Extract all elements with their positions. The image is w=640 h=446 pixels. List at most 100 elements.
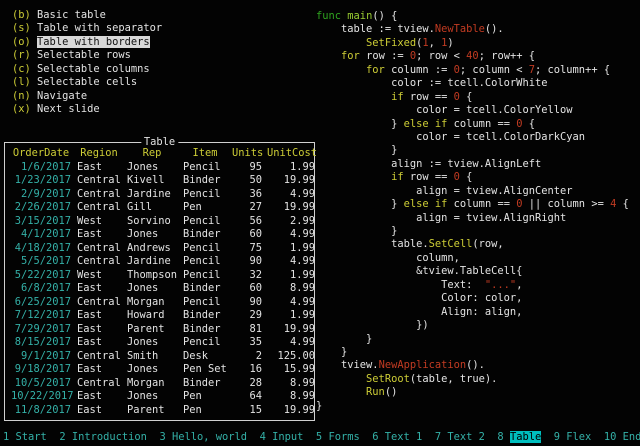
code-line: } else if column == 0 || column >= 4 { <box>316 198 629 211</box>
code-line: for row := 0; row < 40; row++ { <box>316 50 629 63</box>
code-block: func main() { table := tview.NewTable().… <box>316 10 629 413</box>
table-cell: Pencil <box>183 242 227 256</box>
table-row[interactable]: 11/8/2017EastParentPen1519.99 <box>11 404 314 418</box>
status-bar: 1 Start 2 Introduction 3 Hello, world 4 … <box>3 431 640 444</box>
menu-item[interactable]: (l) Selectable cells <box>12 76 162 89</box>
table-row[interactable]: 9/1/2017CentralSmithDesk2125.00 <box>11 350 314 364</box>
menu-item[interactable]: (r) Selectable rows <box>12 49 162 62</box>
status-bar-slide[interactable]: 3 Hello, world <box>159 431 247 443</box>
table-cell: 64 <box>232 390 262 404</box>
table-cell: 1/6/2017 <box>11 161 71 175</box>
table-cell: Sorvino <box>127 215 177 229</box>
table-body: 1/6/2017EastJonesPencil951.991/23/2017Ce… <box>11 161 314 418</box>
menu-item-shortcut: (s) <box>12 22 31 34</box>
table-content: OrderDateRegionRepItemUnitsUnitCost 1/6/… <box>5 143 314 417</box>
slide-label: End <box>623 431 640 443</box>
code-line: } <box>316 400 629 413</box>
table-cell: Morgan <box>127 296 177 310</box>
table-cell: 60 <box>232 228 262 242</box>
table-cell: 10/22/2017 <box>11 390 71 404</box>
menu-item-shortcut: (o) <box>12 36 31 48</box>
table-cell: Central <box>77 350 121 364</box>
table-cell: East <box>77 282 121 296</box>
table-row[interactable]: 1/6/2017EastJonesPencil951.99 <box>11 161 314 175</box>
table-row[interactable]: 4/1/2017EastJonesBinder604.99 <box>11 228 314 242</box>
table-row[interactable]: 7/12/2017EastHowardBinder291.99 <box>11 309 314 323</box>
table-cell: 15.99 <box>267 363 315 377</box>
table-cell: East <box>77 404 121 418</box>
table-cell: Jones <box>127 363 177 377</box>
table-panel: Table OrderDateRegionRepItemUnitsUnitCos… <box>4 142 315 421</box>
table-cell: Jones <box>127 228 177 242</box>
table-cell: 16 <box>232 363 262 377</box>
table-cell: 7/29/2017 <box>11 323 71 337</box>
table-cell: 4.99 <box>267 336 315 350</box>
table-row[interactable]: 5/5/2017CentralJardinePencil904.99 <box>11 255 314 269</box>
code-line: } <box>316 225 629 238</box>
slide-number: 7 <box>435 431 441 443</box>
column-header: Item <box>183 147 227 161</box>
menu-item-label: Table with separator <box>37 22 162 34</box>
status-bar-slide[interactable]: 8 Table <box>497 431 541 443</box>
menu-item[interactable]: (b) Basic table <box>12 9 162 22</box>
slide-number: 1 <box>3 431 9 443</box>
menu-item[interactable]: (x) Next slide <box>12 103 162 116</box>
slide-label: Input <box>272 431 303 443</box>
table-row[interactable]: 2/9/2017CentralJardinePencil364.99 <box>11 188 314 202</box>
table-cell: Binder <box>183 282 227 296</box>
table-cell: 7/12/2017 <box>11 309 71 323</box>
status-bar-slide[interactable]: 10 End <box>604 431 640 443</box>
menu-item[interactable]: (o) Table with borders <box>12 36 162 49</box>
table-cell: 50 <box>232 174 262 188</box>
table-cell: 6/8/2017 <box>11 282 71 296</box>
table-cell: West <box>77 269 121 283</box>
menu-item-shortcut: (c) <box>12 63 31 75</box>
table-cell: 28 <box>232 377 262 391</box>
table-row[interactable]: 7/29/2017EastParentBinder8119.99 <box>11 323 314 337</box>
status-bar-slide[interactable]: 4 Input <box>260 431 304 443</box>
table-cell: Pencil <box>183 188 227 202</box>
status-bar-slide[interactable]: 5 Forms <box>316 431 360 443</box>
table-cell: 6/25/2017 <box>11 296 71 310</box>
table-cell: 35 <box>232 336 262 350</box>
menu-item[interactable]: (n) Navigate <box>12 90 162 103</box>
menu-item-label: Navigate <box>37 90 87 102</box>
status-bar-slide[interactable]: 7 Text 2 <box>435 431 485 443</box>
code-line: if row == 0 { <box>316 171 629 184</box>
status-bar-slide[interactable]: 1 Start <box>3 431 47 443</box>
table-row[interactable]: 6/25/2017CentralMorganPencil904.99 <box>11 296 314 310</box>
table-cell: East <box>77 336 121 350</box>
slide-number: 8 <box>497 431 503 443</box>
table-row[interactable]: 5/22/2017WestThompsonPencil321.99 <box>11 269 314 283</box>
code-line: table := tview.NewTable(). <box>316 23 629 36</box>
table-row[interactable]: 1/23/2017CentralKivellBinder5019.99 <box>11 174 314 188</box>
table-cell: Pencil <box>183 296 227 310</box>
slide-number: 6 <box>372 431 378 443</box>
table-row[interactable]: 9/18/2017EastJonesPen Set1615.99 <box>11 363 314 377</box>
table-cell: Binder <box>183 377 227 391</box>
table-cell: Smith <box>127 350 177 364</box>
status-bar-slide[interactable]: 2 Introduction <box>59 431 147 443</box>
table-row[interactable]: 8/15/2017EastJonesPencil354.99 <box>11 336 314 350</box>
table-row[interactable]: 10/5/2017CentralMorganBinder288.99 <box>11 377 314 391</box>
table-cell: Parent <box>127 404 177 418</box>
table-cell: 9/18/2017 <box>11 363 71 377</box>
code-line: SetFixed(1, 1) <box>316 37 629 50</box>
status-bar-slide[interactable]: 6 Text 1 <box>372 431 422 443</box>
table-cell: 29 <box>232 309 262 323</box>
table-cell: Jardine <box>127 188 177 202</box>
table-row[interactable]: 4/18/2017CentralAndrewsPencil751.99 <box>11 242 314 256</box>
table-row[interactable]: 3/15/2017WestSorvinoPencil562.99 <box>11 215 314 229</box>
menu-item-shortcut: (b) <box>12 9 31 21</box>
menu-item[interactable]: (s) Table with separator <box>12 22 162 35</box>
table-cell: 60 <box>232 282 262 296</box>
table-cell: Pen <box>183 390 227 404</box>
table-row[interactable]: 10/22/2017EastJonesPen648.99 <box>11 390 314 404</box>
table-row[interactable]: 2/26/2017CentralGillPen2719.99 <box>11 201 314 215</box>
menu-item[interactable]: (c) Selectable columns <box>12 63 162 76</box>
table-cell: 2/26/2017 <box>11 201 71 215</box>
status-bar-slide[interactable]: 9 Flex <box>554 431 592 443</box>
menu-item-label: Selectable rows <box>37 49 131 61</box>
table-cell: 32 <box>232 269 262 283</box>
table-row[interactable]: 6/8/2017EastJonesBinder608.99 <box>11 282 314 296</box>
